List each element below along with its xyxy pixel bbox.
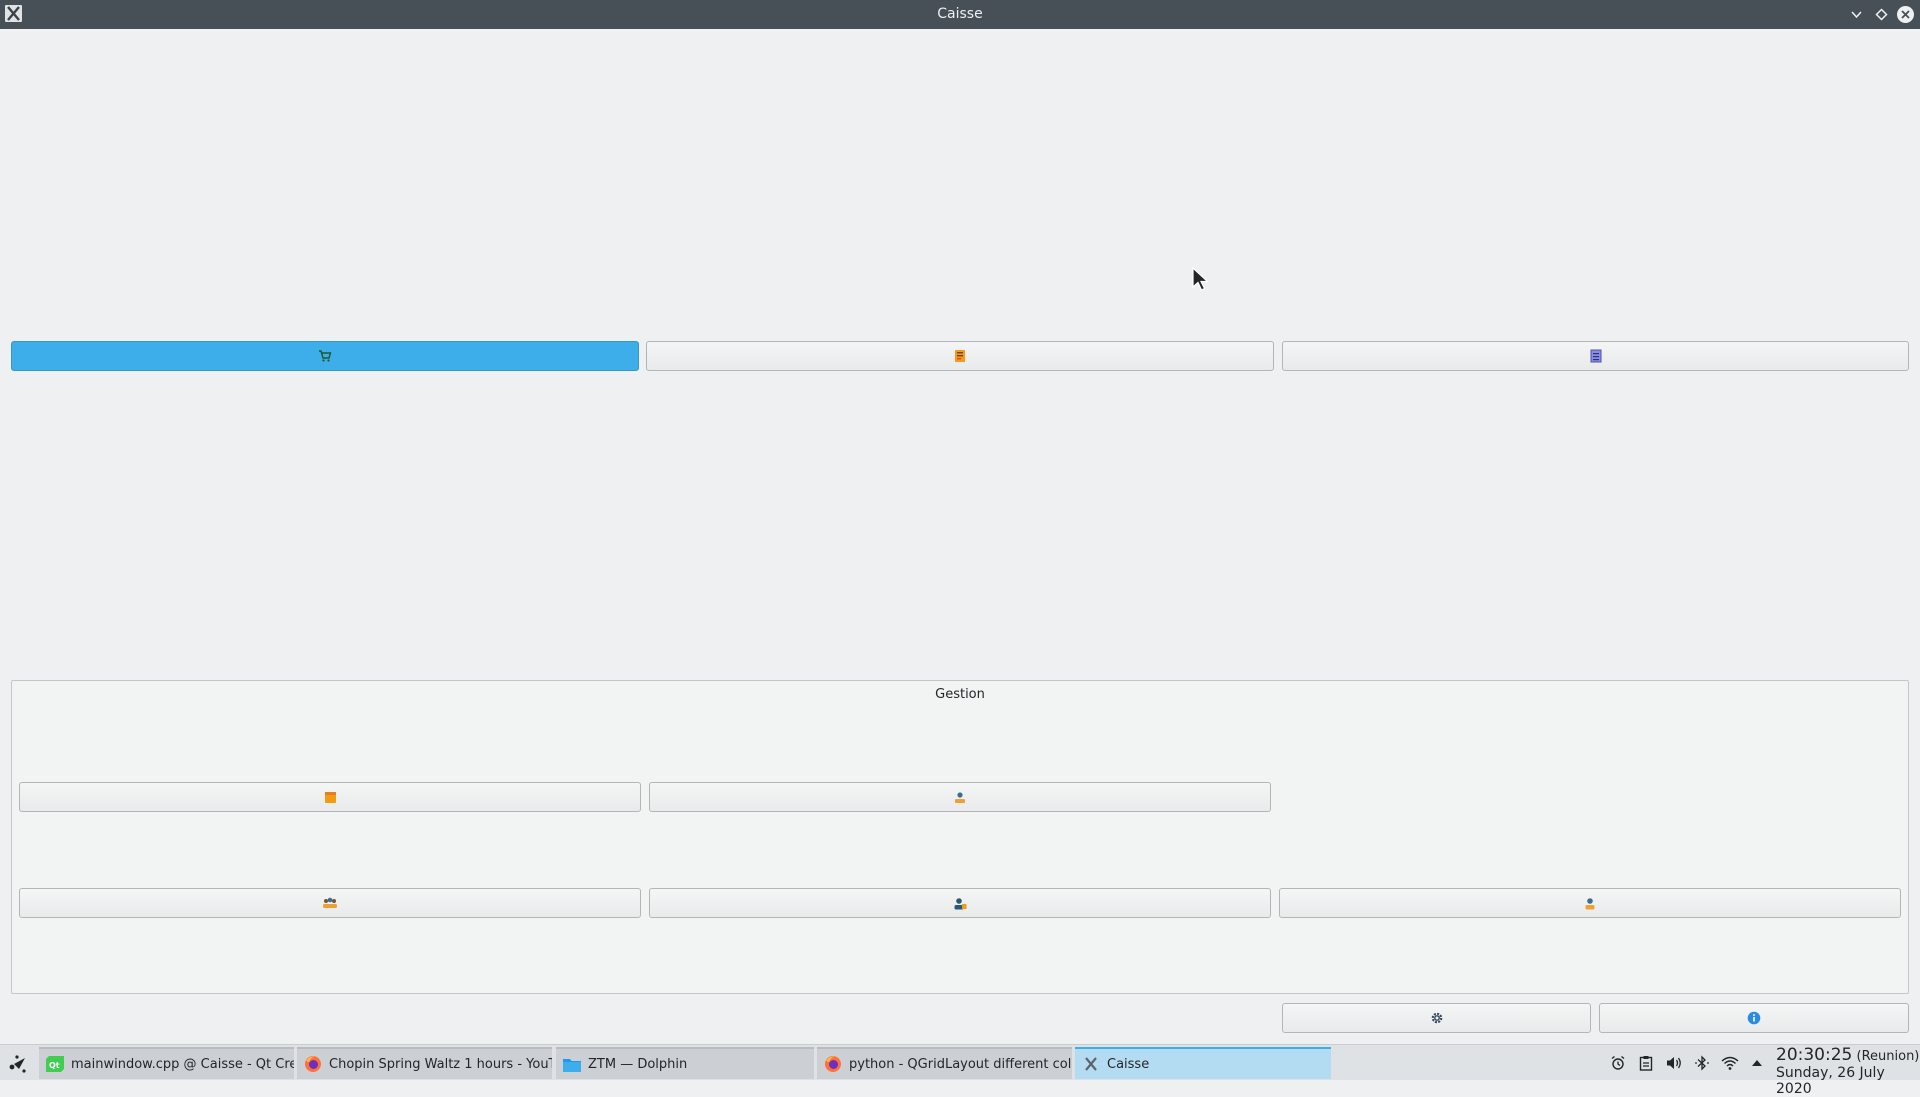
task-label: mainwindow.cpp @ Caisse - Qt Cre... [71, 1056, 294, 1072]
task-firefox-youtube[interactable]: Chopin Spring Waltz 1 hours - YouT... [297, 1047, 552, 1079]
user-card-icon [953, 897, 967, 910]
folder-icon [563, 1055, 581, 1073]
employee-button[interactable] [649, 888, 1271, 918]
chevron-down-icon [1851, 11, 1862, 19]
settings-button[interactable] [1282, 1003, 1591, 1033]
gear-icon [1430, 1011, 1444, 1025]
task-label: ZTM — Dolphin [588, 1056, 688, 1072]
taskbar: Qt mainwindow.cpp @ Caisse - Qt Cre... C… [0, 1044, 1920, 1097]
svg-text:Qt: Qt [49, 1061, 60, 1070]
minimize-button[interactable] [1847, 5, 1866, 24]
task-caisse[interactable]: Caisse [1075, 1047, 1331, 1079]
info-icon [1747, 1011, 1761, 1025]
task-firefox-qgridlayout[interactable]: python - QGridLayout different col... [817, 1047, 1072, 1079]
window-titlebar[interactable]: Caisse [0, 0, 1920, 29]
clock-timezone: (Reunion) [1856, 1049, 1920, 1064]
products-button[interactable] [19, 782, 641, 812]
clipboard-icon[interactable] [1637, 1054, 1655, 1072]
receipt-icon [953, 349, 967, 363]
task-label: Chopin Spring Waltz 1 hours - YouT... [329, 1056, 552, 1072]
clock-date: Sunday, 26 July 2020 [1776, 1065, 1885, 1097]
qt-creator-icon: Qt [46, 1055, 64, 1073]
firefox-icon [824, 1055, 842, 1073]
clock-time: 20:30:25 [1776, 1045, 1853, 1065]
task-dolphin[interactable]: ZTM — Dolphin [556, 1047, 814, 1079]
window-title: Caisse [937, 6, 983, 22]
cart-icon [318, 350, 332, 362]
task-label: python - QGridLayout different col... [849, 1056, 1072, 1072]
x-app-icon [1082, 1055, 1100, 1073]
suppliers-button[interactable] [649, 782, 1271, 812]
list-document-button[interactable] [1282, 341, 1909, 371]
maximize-button[interactable] [1872, 5, 1891, 24]
chevron-up-icon[interactable] [1748, 1054, 1766, 1072]
user-icon [1584, 897, 1596, 910]
task-qt-creator[interactable]: Qt mainwindow.cpp @ Caisse - Qt Cre... [39, 1047, 294, 1079]
cart-button[interactable] [11, 341, 639, 371]
bluetooth-icon[interactable] [1693, 1054, 1711, 1072]
about-button[interactable] [1599, 1003, 1909, 1033]
gestion-title: Gestion [935, 687, 985, 702]
wifi-icon[interactable] [1721, 1054, 1739, 1072]
mouse-cursor [1192, 266, 1210, 297]
close-button[interactable] [1896, 5, 1915, 24]
application-launcher[interactable] [3, 1048, 33, 1078]
receipt-button[interactable] [646, 341, 1274, 371]
kde-launcher-icon [9, 1055, 26, 1073]
firefox-icon [304, 1055, 322, 1073]
volume-icon[interactable] [1665, 1054, 1683, 1072]
task-label: Caisse [1107, 1056, 1150, 1072]
close-icon [1897, 6, 1914, 23]
alarm-icon[interactable] [1609, 1054, 1627, 1072]
box-icon [324, 791, 337, 804]
client-button[interactable] [1279, 888, 1901, 918]
diamond-icon [1875, 8, 1888, 21]
digital-clock[interactable]: 20:30:25 (Reunion) Sunday, 26 July 2020 [1776, 1047, 1920, 1097]
gestion-groupbox: Gestion [11, 680, 1909, 994]
supplier-icon [953, 791, 967, 804]
groups-button[interactable] [19, 888, 641, 918]
list-document-icon [1590, 349, 1602, 363]
users-group-icon [322, 897, 338, 909]
